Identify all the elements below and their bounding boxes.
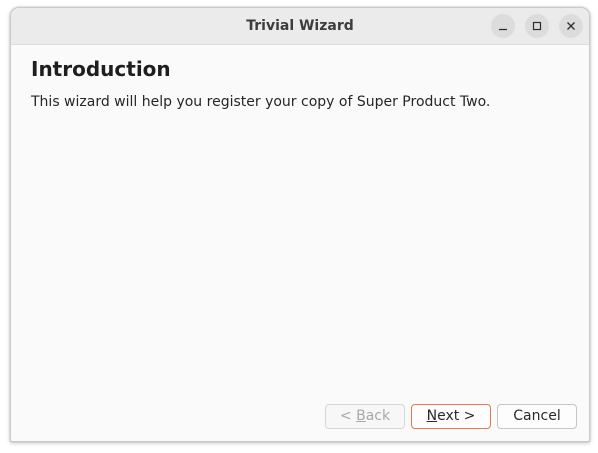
page-title: Introduction bbox=[31, 57, 171, 81]
next-mnemonic: N bbox=[426, 408, 438, 424]
next-button[interactable]: Next > bbox=[411, 404, 491, 429]
close-button[interactable] bbox=[559, 14, 583, 38]
wizard-window: Trivial Wizard Introduction This wizard … bbox=[10, 7, 590, 442]
back-button[interactable]: < Back bbox=[325, 404, 405, 429]
minimize-button[interactable] bbox=[491, 14, 515, 38]
next-label-rest: ext > bbox=[437, 408, 476, 424]
minimize-icon bbox=[499, 28, 507, 31]
close-icon bbox=[567, 22, 575, 30]
maximize-button[interactable] bbox=[525, 14, 549, 38]
wizard-page: Introduction This wizard will help you r… bbox=[11, 45, 589, 441]
back-mnemonic: B bbox=[356, 408, 366, 424]
back-label-rest: ack bbox=[365, 408, 391, 424]
cancel-button[interactable]: Cancel bbox=[497, 404, 577, 429]
page-description: This wizard will help you register your … bbox=[31, 94, 491, 110]
back-prefix: < bbox=[339, 408, 357, 424]
maximize-icon bbox=[532, 21, 542, 31]
title-bar[interactable]: Trivial Wizard bbox=[11, 8, 589, 45]
